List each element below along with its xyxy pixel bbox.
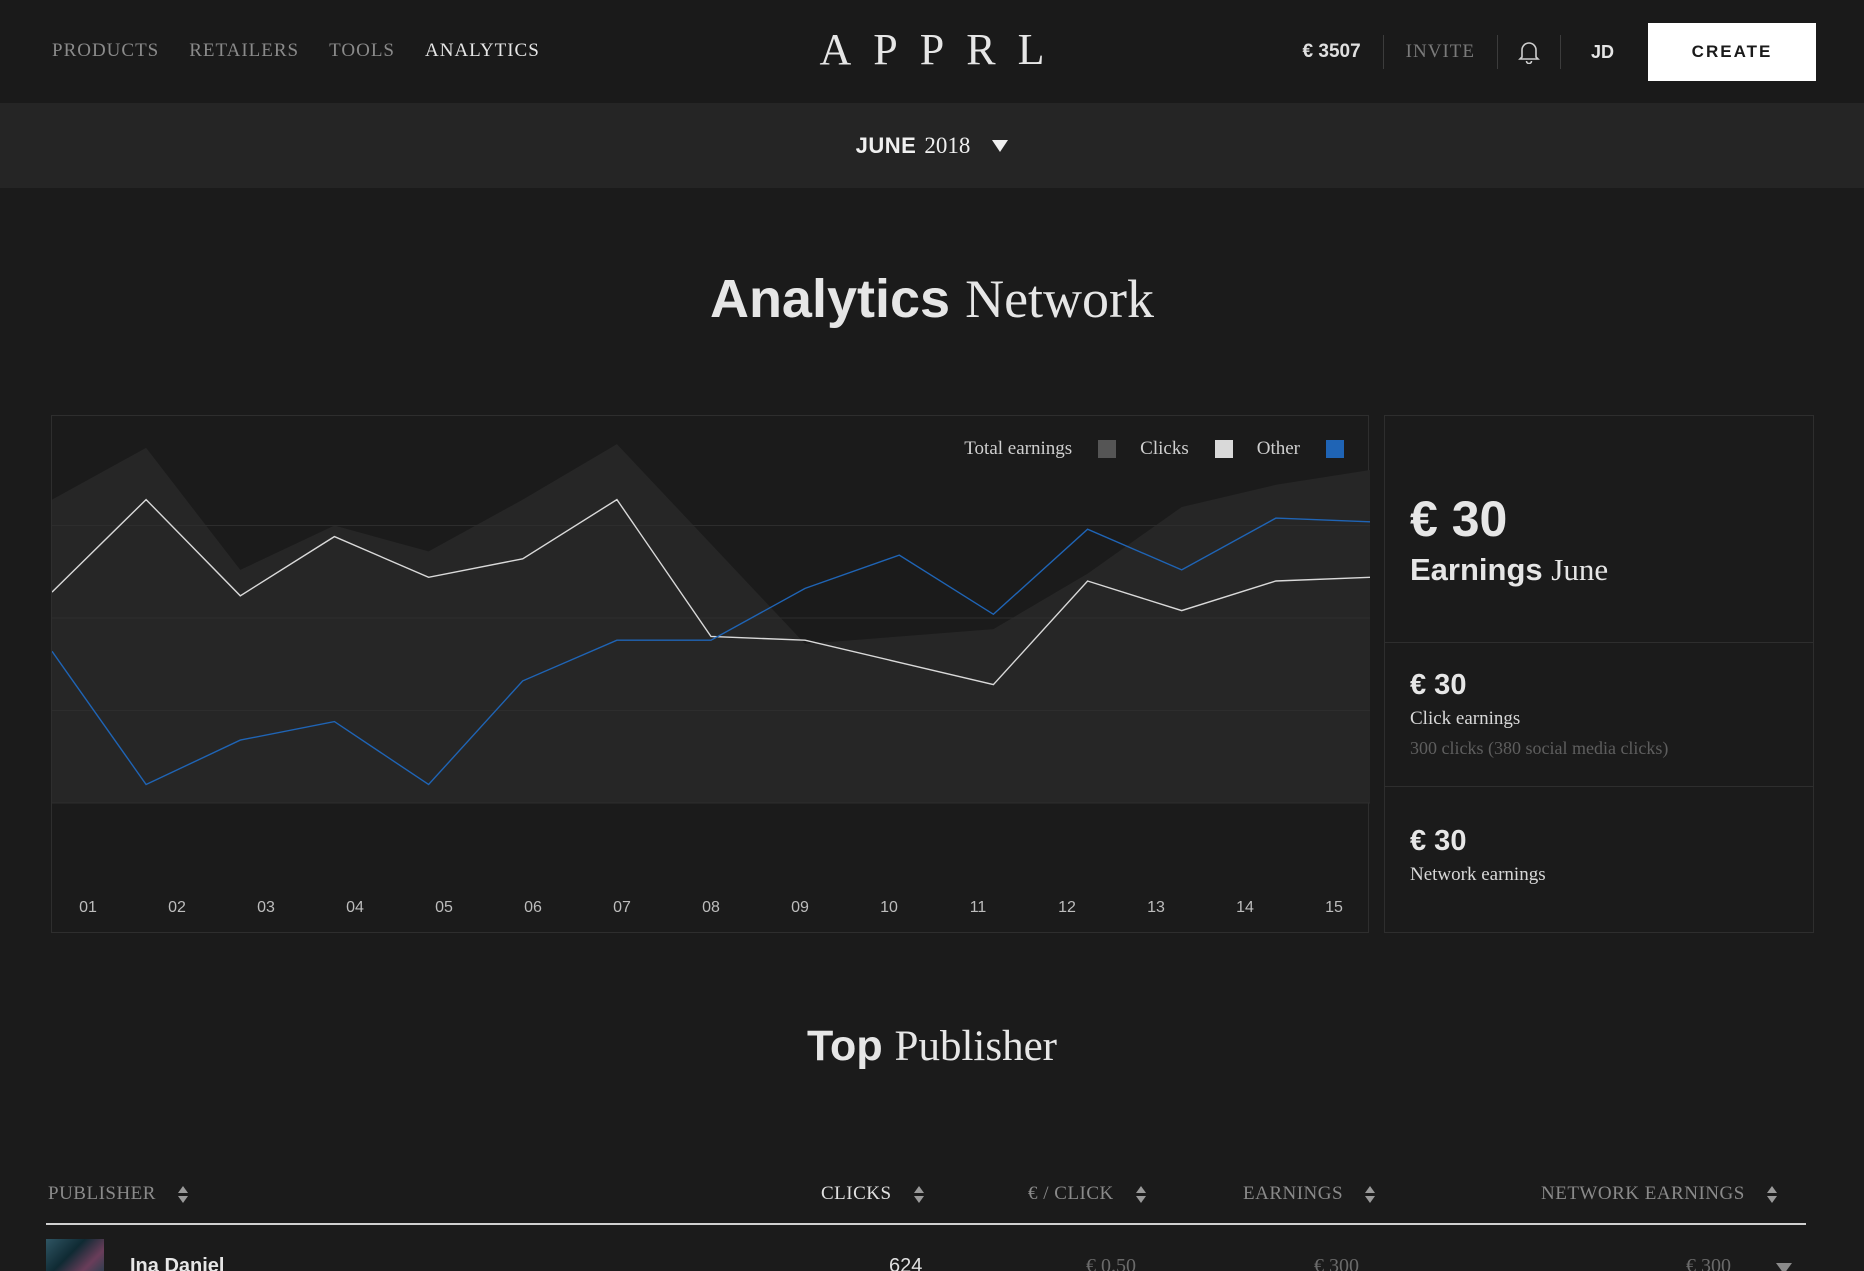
monthly-earnings-amount: € 30 — [1410, 491, 1508, 547]
x-tick-label: 11 — [970, 899, 987, 916]
legend-label: Other — [1256, 438, 1300, 459]
x-tick-label: 10 — [880, 899, 898, 916]
section-title: Top Publisher — [0, 1022, 1864, 1071]
earnings-summary: € 30 Earnings June € 30 Click earnings 3… — [1384, 415, 1814, 933]
x-tick-label: 07 — [613, 899, 631, 916]
year-label: 2018 — [924, 132, 971, 158]
sort-icon — [1766, 1185, 1777, 1203]
chart-legend: Total earnings Clicks Other — [964, 438, 1344, 460]
invite-link[interactable]: INVITE — [1384, 41, 1497, 63]
publisher-name[interactable]: Ina Daniel — [130, 1255, 224, 1271]
column-publisher[interactable]: PUBLISHER — [48, 1183, 188, 1205]
click-earnings-detail: 300 clicks (380 social media clicks) — [1410, 738, 1669, 758]
page-title-serif: Network — [965, 269, 1155, 329]
legend-item[interactable]: Total earnings — [964, 438, 1117, 460]
network-earnings-amount: € 30 — [1410, 825, 1467, 857]
bell-icon[interactable] — [1498, 40, 1560, 64]
column-label: EARNINGS — [1243, 1183, 1344, 1204]
click-earnings-card: € 30 Click earnings 300 clicks (380 soci… — [1385, 643, 1813, 787]
network-earnings-value: € 300 — [1686, 1255, 1731, 1271]
x-tick-label: 09 — [791, 899, 809, 916]
click-earnings-amount: € 30 — [1410, 669, 1467, 701]
column-label: CLICKS — [821, 1183, 892, 1204]
page-title: Analytics Network — [0, 268, 1864, 330]
legend-label: Clicks — [1140, 438, 1189, 459]
x-tick-label: 06 — [524, 899, 542, 916]
x-tick-label: 12 — [1058, 899, 1076, 916]
month-label: JUNE — [855, 132, 917, 158]
legend-item[interactable]: Clicks — [1140, 438, 1233, 460]
analytics-chart: 01 02 03 04 05 06 07 08 09 10 11 12 13 14 15 Total ear… — [51, 415, 1370, 933]
legend-item[interactable]: Other — [1257, 438, 1344, 460]
column-label: € / CLICK — [1028, 1183, 1114, 1204]
clicks-value: 624 — [889, 1255, 923, 1271]
publisher-avatar — [46, 1239, 104, 1271]
legend-swatch — [1326, 440, 1344, 458]
monthly-earnings-label: Earnings June — [1410, 552, 1813, 588]
per-click-value: € 0.50 — [1086, 1255, 1136, 1271]
x-tick-label: 05 — [435, 899, 453, 916]
top-navbar: PRODUCTS RETAILERS TOOLS ANALYTICS APPRL… — [0, 0, 1864, 103]
dropdown-caret-icon — [992, 139, 1009, 152]
column-per-click[interactable]: € / CLICK — [1028, 1183, 1146, 1205]
earnings-value: € 300 — [1314, 1255, 1359, 1271]
x-tick-label: 02 — [168, 899, 186, 916]
table-header: PUBLISHER CLICKS € / CLICK EARNINGS NETW… — [46, 1175, 1806, 1225]
series-area-0 — [52, 444, 1370, 803]
section-title-bold: Top — [806, 1022, 883, 1070]
month-selector[interactable]: JUNE 2018 — [0, 103, 1864, 188]
column-network-earnings[interactable]: NETWORK EARNINGS — [1541, 1183, 1777, 1205]
earnings-label-bold: Earnings — [1410, 552, 1543, 587]
click-earnings-label: Click earnings — [1410, 708, 1521, 729]
page-title-bold: Analytics — [709, 269, 951, 329]
chart-svg: 01 02 03 04 05 06 07 08 09 10 11 12 13 14 15 — [52, 444, 1370, 916]
sort-icon — [1135, 1185, 1146, 1203]
section-title-serif: Publisher — [894, 1023, 1057, 1070]
column-label: PUBLISHER — [48, 1183, 156, 1204]
network-earnings-card: € 30 Network earnings — [1385, 787, 1813, 932]
sort-icon — [1365, 1185, 1376, 1203]
legend-swatch — [1214, 440, 1233, 458]
x-tick-label: 04 — [346, 899, 364, 916]
column-clicks[interactable]: CLICKS — [821, 1183, 924, 1205]
x-tick-label: 01 — [79, 899, 97, 916]
legend-label: Total earnings — [964, 438, 1073, 459]
x-tick-label: 13 — [1147, 899, 1165, 916]
column-label: NETWORK EARNINGS — [1541, 1183, 1745, 1204]
sort-icon — [177, 1185, 188, 1203]
create-button[interactable]: CREATE — [1648, 23, 1816, 81]
x-tick-label: 15 — [1325, 899, 1343, 916]
expand-row-icon[interactable] — [1776, 1263, 1792, 1271]
x-tick-label: 08 — [702, 899, 720, 916]
user-avatar[interactable]: JD — [1561, 42, 1648, 63]
balance: € 3507 — [1302, 41, 1361, 62]
network-earnings-label: Network earnings — [1410, 864, 1546, 885]
monthly-earnings-card: € 30 Earnings June — [1385, 416, 1813, 643]
table-row[interactable]: Ina Daniel 624 € 0.50 € 300 € 300 — [46, 1237, 1806, 1271]
legend-swatch — [1098, 440, 1117, 458]
x-tick-label: 14 — [1236, 899, 1254, 916]
x-tick-label: 03 — [257, 899, 275, 916]
earnings-label-month: June — [1551, 552, 1609, 587]
sort-icon — [913, 1185, 924, 1203]
column-earnings[interactable]: EARNINGS — [1243, 1183, 1376, 1205]
nav-right: € 3507 INVITE JD CREATE — [1303, 23, 1816, 81]
